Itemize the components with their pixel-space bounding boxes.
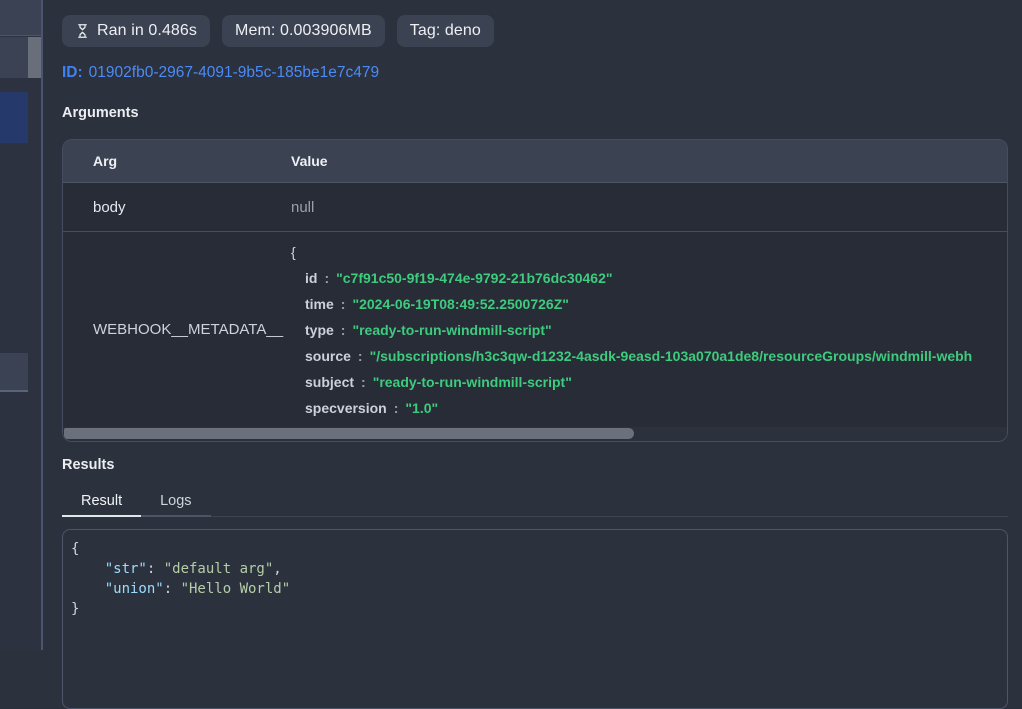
object-entry: subject: "ready-to-run-windmill-script" bbox=[291, 369, 1007, 395]
underlay-page-edge bbox=[0, 0, 41, 650]
colon-separator: : bbox=[394, 400, 399, 416]
value-column-header: Value bbox=[291, 153, 1007, 169]
arg-column-header: Arg bbox=[63, 153, 291, 169]
run-badges: Ran in 0.486s Mem: 0.003906MB Tag: deno bbox=[62, 15, 1008, 47]
code-line: "union": "Hello World" bbox=[71, 579, 999, 599]
arg-name-body: body bbox=[63, 199, 291, 216]
memory-badge-label: Mem: 0.003906MB bbox=[235, 22, 372, 40]
object-value: "2024-06-19T08:49:52.2500726Z" bbox=[352, 296, 568, 312]
object-key: specversion bbox=[305, 400, 387, 416]
webhook-metadata-object-viewer: { id: "c7f91c50-9f19-474e-9792-21b76dc304… bbox=[291, 232, 1007, 427]
object-key: source bbox=[305, 348, 351, 364]
run-detail-panel: Ran in 0.486s Mem: 0.003906MB Tag: deno … bbox=[62, 0, 1008, 709]
object-value: "/subscriptions/h3c3qw-d1232-4asdk-9easd… bbox=[370, 348, 973, 364]
object-entry: type: "ready-to-run-windmill-script" bbox=[291, 317, 1007, 343]
arguments-section-title: Arguments bbox=[62, 105, 1008, 122]
hourglass-icon bbox=[75, 23, 90, 39]
underlay-nav-item[interactable] bbox=[0, 353, 28, 392]
table-row: WEBHOOK__METADATA__ { id: "c7f91c50-9f19-… bbox=[63, 232, 1007, 427]
object-value: "1.0" bbox=[405, 400, 438, 416]
object-value: "ready-to-run-windmill-script" bbox=[373, 374, 572, 390]
drawer-edge-divider bbox=[41, 0, 43, 650]
colon-separator: : bbox=[358, 348, 363, 364]
table-row: body null bbox=[63, 183, 1007, 232]
tab-result[interactable]: Result bbox=[62, 487, 141, 517]
code-line: } bbox=[71, 599, 999, 619]
underlay-active-nav-item[interactable] bbox=[0, 92, 28, 143]
duration-badge: Ran in 0.486s bbox=[62, 15, 210, 47]
object-entry: source: "/subscriptions/h3c3qw-d1232-4asd… bbox=[291, 343, 1007, 369]
arg-name-webhook-metadata: WEBHOOK__METADATA__ bbox=[63, 232, 291, 427]
result-json-block: { "str": "default arg", "union": "Hello … bbox=[62, 529, 1008, 709]
results-tabs: Result Logs bbox=[62, 487, 1008, 517]
horizontal-scrollbar[interactable] bbox=[63, 427, 1007, 441]
arguments-table-header: Arg Value bbox=[63, 140, 1007, 183]
code-line: "str": "default arg", bbox=[71, 559, 999, 579]
code-line: { bbox=[71, 539, 999, 559]
object-entry: time: "2024-06-19T08:49:52.2500726Z" bbox=[291, 291, 1007, 317]
object-key: type bbox=[305, 322, 334, 338]
memory-badge: Mem: 0.003906MB bbox=[222, 15, 385, 47]
underlay-scrollbar-thumb[interactable] bbox=[28, 37, 41, 78]
underlay-topbar-fragment bbox=[0, 0, 41, 36]
tag-badge: Tag: deno bbox=[397, 15, 494, 47]
object-entry: id: "c7f91c50-9f19-474e-9792-21b76dc30462… bbox=[291, 265, 1007, 291]
results-section-title: Results bbox=[62, 457, 1008, 474]
scrollbar-thumb[interactable] bbox=[64, 428, 634, 439]
arguments-table[interactable]: Arg Value body null WEBHOOK__METADATA__ … bbox=[62, 139, 1008, 442]
object-open-brace: { bbox=[291, 239, 1007, 265]
object-key: id bbox=[305, 270, 317, 286]
object-key: subject bbox=[305, 374, 354, 390]
object-value: "ready-to-run-windmill-script" bbox=[352, 322, 551, 338]
object-key: time bbox=[305, 296, 334, 312]
object-value: "c7f91c50-9f19-474e-9792-21b76dc30462" bbox=[336, 270, 612, 286]
colon-separator: : bbox=[361, 374, 366, 390]
tab-logs[interactable]: Logs bbox=[141, 487, 210, 517]
colon-separator: : bbox=[341, 322, 346, 338]
tag-badge-label: Tag: deno bbox=[410, 22, 481, 40]
run-id-row: ID: 01902fb0-2967-4091-9b5c-185be1e7c479 bbox=[62, 63, 1008, 82]
object-entry: specversion: "1.0" bbox=[291, 395, 1007, 421]
run-id-label: ID: bbox=[62, 64, 83, 81]
run-id-value[interactable]: 01902fb0-2967-4091-9b5c-185be1e7c479 bbox=[89, 64, 379, 81]
underlay-row-fragment bbox=[0, 37, 28, 78]
duration-badge-label: Ran in 0.486s bbox=[97, 22, 197, 40]
colon-separator: : bbox=[324, 270, 329, 286]
arg-value-body: null bbox=[291, 199, 1007, 216]
colon-separator: : bbox=[341, 296, 346, 312]
